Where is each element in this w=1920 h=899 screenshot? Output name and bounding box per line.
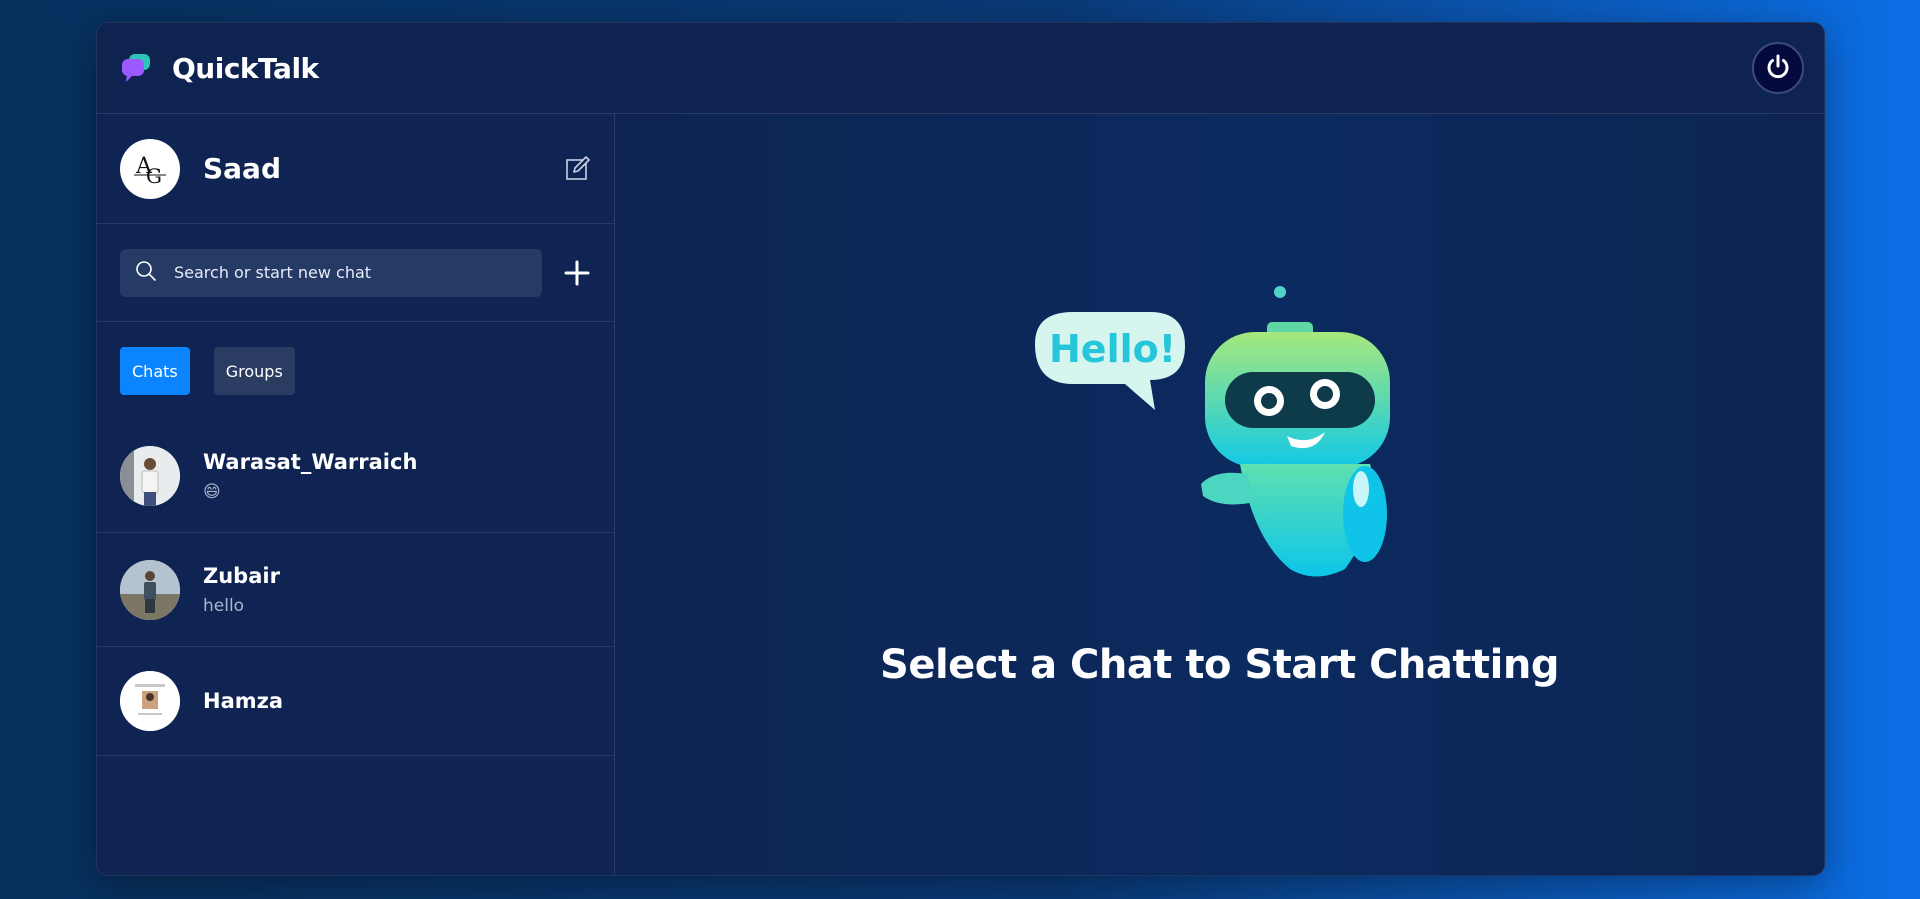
sidebar: A G Saad Search or start new chat Chats … xyxy=(97,114,615,875)
tab-bar: Chats Groups xyxy=(97,322,614,420)
chat-name: Hamza xyxy=(203,689,284,713)
chat-text: Hamza xyxy=(203,689,283,713)
power-icon xyxy=(1763,51,1793,85)
welcome-message: Select a Chat to Start Chatting xyxy=(880,642,1559,688)
app-window: QuickTalk A G Saad Search or start new c… xyxy=(96,22,1825,876)
chat-preview: hello xyxy=(203,595,245,616)
search-input[interactable] xyxy=(174,263,504,282)
new-chat-button[interactable] xyxy=(562,258,592,288)
chat-name: Warasat_Warraich xyxy=(203,450,418,474)
avatar[interactable]: A G xyxy=(120,138,180,199)
search-icon xyxy=(134,259,158,287)
chat-text: Warasat_Warraich 😄 xyxy=(203,450,417,502)
tab-groups[interactable]: Groups xyxy=(213,347,295,395)
person-photo-icon xyxy=(120,671,180,731)
search-box xyxy=(120,248,542,297)
robot-illustration: Hello! xyxy=(1034,286,1390,577)
chat-list: Warasat_Warraich 😄 Zubair hello Hamza xyxy=(97,420,614,756)
chat-item-warasat[interactable]: Warasat_Warraich 😄 xyxy=(97,420,614,533)
avatar-logo-icon: A G xyxy=(134,154,166,188)
avatar xyxy=(120,559,180,620)
chat-bubbles-icon xyxy=(120,52,152,84)
search-row xyxy=(97,224,614,322)
svg-text:G: G xyxy=(146,164,162,188)
chat-item-zubair[interactable]: Zubair hello xyxy=(97,533,614,647)
profile-name: Saad xyxy=(203,152,281,185)
chat-name: Zubair xyxy=(203,563,280,588)
profile-header: A G Saad xyxy=(97,114,614,224)
avatar xyxy=(120,446,180,506)
chat-preview: 😄 xyxy=(203,482,221,502)
person-photo-icon xyxy=(120,446,180,506)
avatar xyxy=(120,671,180,731)
logout-button[interactable] xyxy=(1752,42,1804,94)
tab-chats[interactable]: Chats xyxy=(120,347,190,395)
person-photo-icon xyxy=(120,559,180,620)
brand: QuickTalk xyxy=(120,52,319,85)
profile-info: A G Saad xyxy=(120,138,281,199)
chat-item-hamza[interactable]: Hamza xyxy=(97,647,614,756)
app-title: QuickTalk xyxy=(172,51,319,85)
bubble-text: Hello! xyxy=(1049,327,1176,371)
main-panel: Hello! Select a Chat to Start Chatting xyxy=(615,114,1824,875)
edit-icon[interactable] xyxy=(564,155,592,183)
top-bar: QuickTalk xyxy=(97,23,1824,114)
plus-icon xyxy=(564,260,590,285)
chat-text: Zubair hello xyxy=(203,564,280,616)
content-area: A G Saad Search or start new chat Chats … xyxy=(97,114,1824,875)
